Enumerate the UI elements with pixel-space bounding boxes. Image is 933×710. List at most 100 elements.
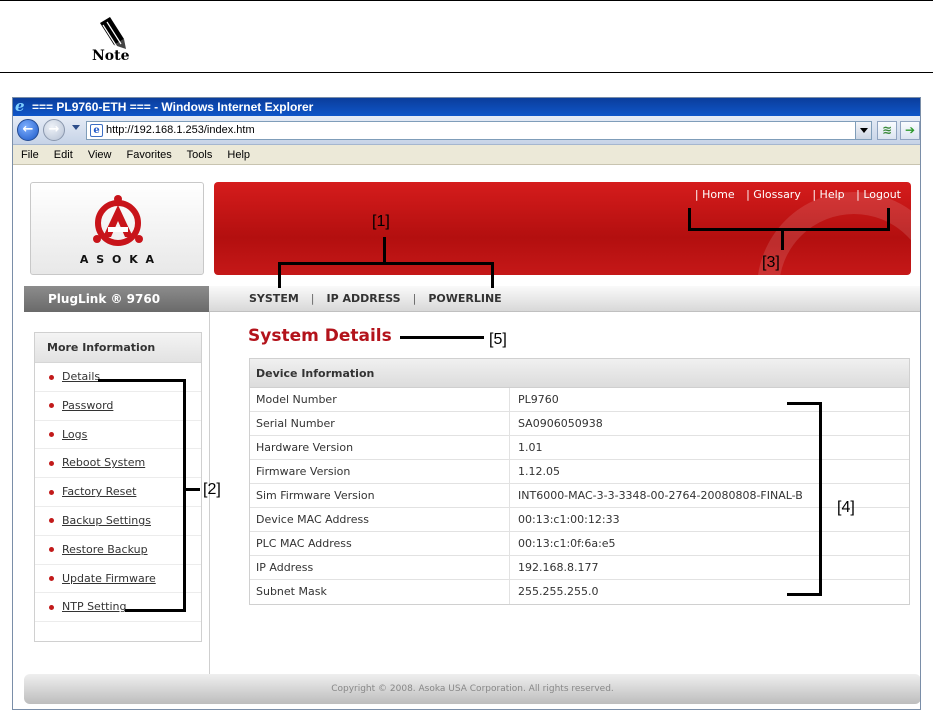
bullet-icon	[49, 518, 54, 524]
bullet-icon	[49, 604, 54, 610]
sidebar-item-label[interactable]: Restore Backup	[62, 543, 148, 556]
table-row: Subnet Mask 255.255.255.0	[250, 580, 909, 604]
sidebar-item-label[interactable]: Factory Reset	[62, 485, 136, 498]
sidebar-item-password[interactable]: Password	[35, 392, 201, 421]
annotation-3: [3]	[762, 254, 780, 271]
menu-view[interactable]: View	[88, 149, 112, 161]
sidebar-item-reboot[interactable]: Reboot System	[35, 449, 201, 479]
nav-links: SYSTEM | IP ADDRESS | POWERLINE	[249, 286, 502, 312]
row-value: 1.01	[518, 441, 543, 454]
sidebar-item-label[interactable]: Reboot System	[62, 456, 145, 469]
annotation-2-side	[183, 379, 186, 612]
sidebar-item-factory-reset[interactable]: Factory Reset	[35, 478, 201, 507]
annotation-3-bar	[688, 228, 890, 231]
top-links: | Home | Glossary | Help | Logout	[687, 188, 901, 201]
device-info-table: Device Information Model Number PL9760 Se…	[249, 358, 910, 605]
table-row: Firmware Version 1.12.05	[250, 460, 909, 484]
table-row: Serial Number SA0906050938	[250, 412, 909, 436]
row-key: PLC MAC Address	[256, 537, 352, 550]
page-footer: Copyright © 2008. Asoka USA Corporation.…	[24, 674, 920, 704]
url-text: http://192.168.1.253/index.htm	[106, 124, 255, 136]
row-value: INT6000-MAC-3-3-3348-00-2764-20080808-FI…	[518, 489, 803, 502]
page-title: System Details	[248, 326, 392, 346]
table-heading: Device Information	[250, 359, 909, 388]
help-link[interactable]: | Help	[812, 188, 844, 201]
sidebar-item-details[interactable]: Details	[35, 363, 201, 392]
nav-separator: |	[310, 292, 315, 305]
window-title: === PL9760-ETH === - Windows Internet Ex…	[32, 100, 314, 114]
asoka-logo-icon	[93, 195, 143, 246]
sidebar-item-logs[interactable]: Logs	[35, 421, 201, 450]
annotation-3-stem	[781, 228, 784, 250]
annotation-1-right	[491, 262, 494, 288]
history-dropdown-icon[interactable]	[72, 125, 80, 130]
row-key: Hardware Version	[256, 441, 354, 454]
table-row: Hardware Version 1.01	[250, 436, 909, 460]
compatibility-icon[interactable]: ≋	[877, 121, 897, 140]
menu-edit[interactable]: Edit	[54, 149, 73, 161]
address-bar: ← → e http://192.168.1.253/index.htm ≋ ➔	[13, 116, 920, 145]
nav-ip-address[interactable]: IP ADDRESS	[327, 292, 401, 305]
sidebar-item-label[interactable]: Backup Settings	[62, 514, 151, 527]
annotation-3-right	[887, 208, 890, 230]
nav-powerline[interactable]: POWERLINE	[428, 292, 501, 305]
sidebar-item-restore[interactable]: Restore Backup	[35, 536, 201, 565]
url-field[interactable]: e http://192.168.1.253/index.htm	[86, 121, 872, 140]
row-value: SA0906050938	[518, 417, 603, 430]
annotation-1-stem	[383, 237, 386, 263]
bullet-icon	[49, 432, 54, 438]
glossary-link[interactable]: | Glossary	[746, 188, 801, 201]
menu-tools[interactable]: Tools	[187, 149, 213, 161]
annotation-4-bottom	[787, 593, 822, 596]
sidebar-item-label[interactable]: Update Firmware	[62, 572, 156, 585]
url-dropdown-icon[interactable]	[855, 122, 871, 139]
row-value: 00:13:c1:0f:6a:e5	[518, 537, 616, 550]
go-button[interactable]: ➔	[900, 121, 920, 140]
row-key: Device MAC Address	[256, 513, 369, 526]
row-value: PL9760	[518, 393, 559, 406]
company-name: A S O K A	[79, 253, 157, 266]
ie-window: e === PL9760-ETH === - Windows Internet …	[12, 97, 921, 710]
sidebar-item-label[interactable]: Password	[62, 399, 113, 412]
bullet-icon	[49, 489, 54, 495]
note-label: Note	[92, 48, 130, 64]
nav-system[interactable]: SYSTEM	[249, 292, 299, 305]
page-icon: e	[90, 124, 103, 137]
menu-favorites[interactable]: Favorites	[127, 149, 172, 161]
sidebar-item-label[interactable]: Logs	[62, 428, 87, 441]
row-divider	[509, 460, 510, 484]
annotation-2: [2]	[203, 481, 221, 498]
menu-file[interactable]: File	[21, 149, 39, 161]
sidebar-heading: More Information	[35, 333, 201, 363]
row-key: IP Address	[256, 561, 314, 574]
annotation-2-stem	[183, 488, 200, 491]
row-divider	[509, 412, 510, 436]
row-value: 00:13:c1:00:12:33	[518, 513, 620, 526]
sidebar-item-ntp[interactable]: NTP Setting	[35, 593, 201, 623]
row-value: 192.168.8.177	[518, 561, 599, 574]
sidebar-item-update-firmware[interactable]: Update Firmware	[35, 565, 201, 594]
bullet-icon	[49, 576, 54, 582]
web-page: A S O K A | Home | Glossary | Help | Log…	[24, 166, 920, 709]
row-divider	[509, 388, 510, 412]
menu-help[interactable]: Help	[227, 149, 250, 161]
home-link[interactable]: | Home	[695, 188, 735, 201]
nav-separator: |	[412, 292, 417, 305]
row-key: Firmware Version	[256, 465, 351, 478]
sidebar-item-label[interactable]: Details	[62, 370, 100, 383]
bullet-icon	[49, 403, 54, 409]
row-divider	[509, 436, 510, 460]
row-key: Subnet Mask	[256, 585, 327, 598]
back-button[interactable]: ←	[17, 119, 39, 141]
logout-link[interactable]: | Logout	[856, 188, 901, 201]
annotation-4-top	[787, 402, 822, 405]
row-divider	[509, 556, 510, 580]
row-divider	[509, 508, 510, 532]
sidebar-item-label[interactable]: NTP Setting	[62, 600, 126, 613]
annotation-1-bar	[278, 262, 494, 265]
annotation-1: [1]	[372, 213, 390, 230]
bullet-icon	[49, 374, 54, 380]
forward-button[interactable]: →	[43, 119, 65, 141]
sidebar-item-backup[interactable]: Backup Settings	[35, 507, 201, 536]
annotation-2-top	[98, 379, 186, 382]
